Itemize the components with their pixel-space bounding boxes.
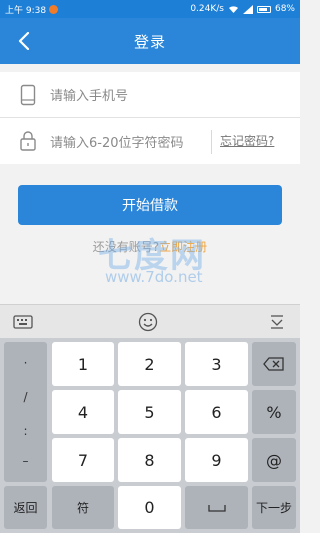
space-icon bbox=[207, 504, 226, 512]
keyboard-back-key[interactable]: 返回 bbox=[4, 486, 47, 529]
key-0[interactable]: 0 bbox=[118, 486, 181, 529]
keyboard-toolbar bbox=[0, 304, 300, 338]
battery-level: 68% bbox=[274, 4, 295, 14]
key-1[interactable]: 1 bbox=[52, 342, 114, 386]
backspace-icon bbox=[263, 357, 284, 371]
key-symbol-dash[interactable]: – bbox=[4, 454, 47, 468]
phone-row: 请输入手机号 bbox=[0, 72, 300, 118]
battery-icon bbox=[256, 5, 271, 13]
forgot-password-link[interactable]: 忘记密码? bbox=[220, 132, 274, 149]
lock-icon bbox=[20, 131, 36, 151]
smiley-icon bbox=[138, 312, 158, 332]
wifi-icon bbox=[228, 5, 238, 13]
key-6[interactable]: 6 bbox=[185, 390, 248, 434]
key-symbol-dot[interactable]: · bbox=[4, 356, 47, 370]
password-input[interactable]: 请输入6-20位字符密码 bbox=[48, 132, 184, 151]
symbol-column: · / : – bbox=[4, 342, 47, 482]
password-row: 请输入6-20位字符密码 忘记密码? bbox=[0, 118, 300, 164]
start-loan-button[interactable]: 开始借款 bbox=[18, 185, 282, 225]
key-symbol-slash[interactable]: / bbox=[4, 390, 47, 404]
key-4[interactable]: 4 bbox=[52, 390, 114, 434]
numeric-keyboard: · / : – 1 2 3 4 5 6 7 8 9 % @ 返回 符 0 下一步 bbox=[0, 338, 300, 533]
signal-icon bbox=[242, 4, 253, 14]
key-3[interactable]: 3 bbox=[185, 342, 248, 386]
key-8[interactable]: 8 bbox=[118, 438, 181, 482]
navigation-bar: 登录 bbox=[0, 18, 300, 64]
keyboard-icon bbox=[13, 315, 33, 329]
backspace-key[interactable] bbox=[252, 342, 296, 386]
hide-keyboard-button[interactable] bbox=[266, 312, 288, 332]
phone-icon bbox=[20, 84, 36, 105]
next-key[interactable]: 下一步 bbox=[252, 486, 296, 529]
key-9[interactable]: 9 bbox=[185, 438, 248, 482]
key-percent[interactable]: % bbox=[252, 390, 296, 434]
back-button[interactable] bbox=[12, 28, 36, 54]
key-symbol-colon[interactable]: : bbox=[4, 424, 47, 438]
watermark-url: www.7do.net bbox=[105, 268, 203, 286]
key-5[interactable]: 5 bbox=[118, 390, 181, 434]
collapse-keyboard-icon bbox=[271, 315, 283, 329]
login-form: 请输入手机号 请输入6-20位字符密码 忘记密码? bbox=[0, 72, 300, 164]
network-speed: 0.24K/s bbox=[190, 4, 224, 14]
key-at[interactable]: @ bbox=[252, 438, 296, 482]
emoji-button[interactable] bbox=[137, 312, 159, 332]
keyboard-switch-button[interactable] bbox=[12, 312, 34, 332]
space-key[interactable] bbox=[185, 486, 248, 529]
chevron-left-icon bbox=[18, 32, 30, 50]
page-title: 登录 bbox=[133, 32, 166, 51]
notification-dot-icon bbox=[49, 4, 59, 14]
key-2[interactable]: 2 bbox=[118, 342, 181, 386]
status-time: 上午 9:38 bbox=[5, 5, 47, 16]
symbols-key[interactable]: 符 bbox=[52, 486, 114, 529]
key-7[interactable]: 7 bbox=[52, 438, 114, 482]
status-bar: 上午 9:38 0.24K/s 68% bbox=[0, 0, 300, 18]
field-divider bbox=[211, 130, 212, 154]
phone-input[interactable]: 请输入手机号 bbox=[48, 85, 128, 104]
